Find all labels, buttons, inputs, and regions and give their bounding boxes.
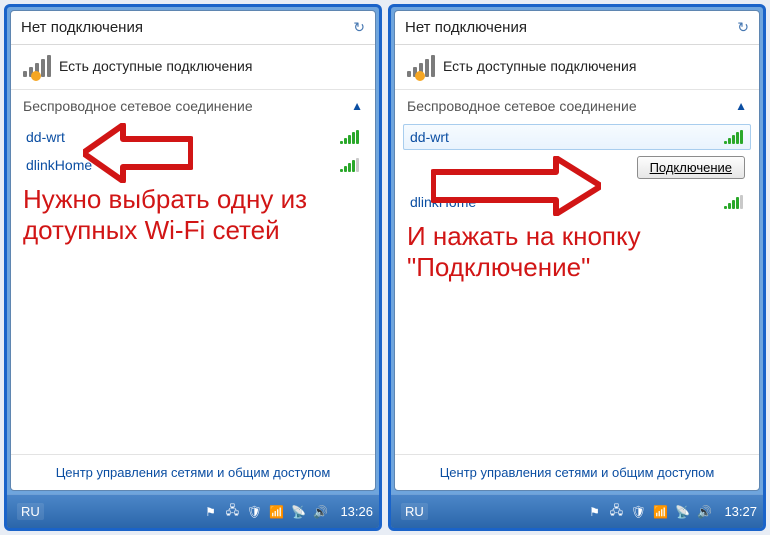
network-item-dlinkhome[interactable]: dlinkHome (19, 152, 367, 178)
taskbar: RU ⚑ 🖧 🛡 📶 📡 🔊 13:26 (7, 494, 379, 528)
signal-strength-icon (340, 130, 360, 144)
signal-status-icon (23, 55, 51, 77)
tray-network-icon[interactable]: 🖧 (608, 504, 624, 520)
taskbar: RU ⚑ 🖧 🛡 📶 📡 🔊 13:27 (391, 494, 763, 528)
section-label: Беспроводное сетевое соединение (23, 98, 253, 114)
system-tray: ⚑ 🖧 🛡 📶 📡 🔊 13:26 (202, 504, 373, 520)
refresh-icon[interactable]: ↻ (353, 19, 365, 36)
tray-wifi-icon[interactable]: 📡 (290, 504, 306, 520)
annotation-arrow-icon (83, 123, 193, 183)
connect-button[interactable]: Подключение (637, 156, 745, 179)
tray-flag-icon[interactable]: ⚑ (586, 504, 602, 520)
taskbar-clock[interactable]: 13:27 (724, 504, 757, 519)
system-tray: ⚑ 🖧 🛡 📶 📡 🔊 13:27 (586, 504, 757, 520)
status-row: Есть доступные подключения (395, 45, 759, 89)
annotation-arrow-icon (431, 156, 601, 216)
signal-status-icon (407, 55, 435, 77)
status-row: Есть доступные подключения (11, 45, 375, 89)
network-item-dd-wrt[interactable]: dd-wrt (19, 124, 367, 150)
tray-volume-icon[interactable]: 🔊 (312, 504, 328, 520)
wifi-popup: Нет подключения ↻ Есть доступные подключ… (10, 10, 376, 491)
refresh-icon[interactable]: ↻ (737, 19, 749, 36)
status-text: Есть доступные подключения (443, 58, 636, 74)
section-label: Беспроводное сетевое соединение (407, 98, 637, 114)
popup-header: Нет подключения ↻ (395, 11, 759, 45)
tray-volume-icon[interactable]: 🔊 (696, 504, 712, 520)
signal-strength-icon (724, 130, 744, 144)
chevron-up-icon: ▲ (735, 99, 747, 113)
chevron-up-icon: ▲ (351, 99, 363, 113)
wireless-section-header[interactable]: Беспроводное сетевое соединение ▲ (11, 90, 375, 122)
popup-title: Нет подключения (21, 19, 353, 36)
network-center-link[interactable]: Центр управления сетями и общим доступом (395, 454, 759, 490)
tray-wifi-icon[interactable]: 📡 (674, 504, 690, 520)
tray-device-icon[interactable]: 📶 (268, 504, 284, 520)
tray-shield-icon[interactable]: 🛡 (246, 504, 262, 520)
network-item-dd-wrt[interactable]: dd-wrt (403, 124, 751, 150)
tray-flag-icon[interactable]: ⚑ (202, 504, 218, 520)
language-indicator[interactable]: RU (17, 503, 44, 520)
annotation-text: Нужно выбрать одну из дотупных Wi-Fi сет… (11, 180, 375, 254)
popup-header: Нет подключения ↻ (11, 11, 375, 45)
annotation-text: И нажать на кнопку "Подключение" (395, 217, 759, 291)
wireless-section-header[interactable]: Беспроводное сетевое соединение ▲ (395, 90, 759, 122)
network-list: dd-wrt dlinkHome (11, 122, 375, 180)
popup-title: Нет подключения (405, 19, 737, 36)
tray-device-icon[interactable]: 📶 (652, 504, 668, 520)
status-text: Есть доступные подключения (59, 58, 252, 74)
tray-shield-icon[interactable]: 🛡 (630, 504, 646, 520)
screenshot-right: Нет подключения ↻ Есть доступные подключ… (388, 4, 766, 531)
signal-strength-icon (724, 195, 744, 209)
screenshot-left: Нет подключения ↻ Есть доступные подключ… (4, 4, 382, 531)
wifi-popup: Нет подключения ↻ Есть доступные подключ… (394, 10, 760, 491)
signal-strength-icon (340, 158, 360, 172)
network-center-link[interactable]: Центр управления сетями и общим доступом (11, 454, 375, 490)
network-name: dd-wrt (410, 129, 724, 145)
language-indicator[interactable]: RU (401, 503, 428, 520)
taskbar-clock[interactable]: 13:26 (340, 504, 373, 519)
tray-network-icon[interactable]: 🖧 (224, 504, 240, 520)
